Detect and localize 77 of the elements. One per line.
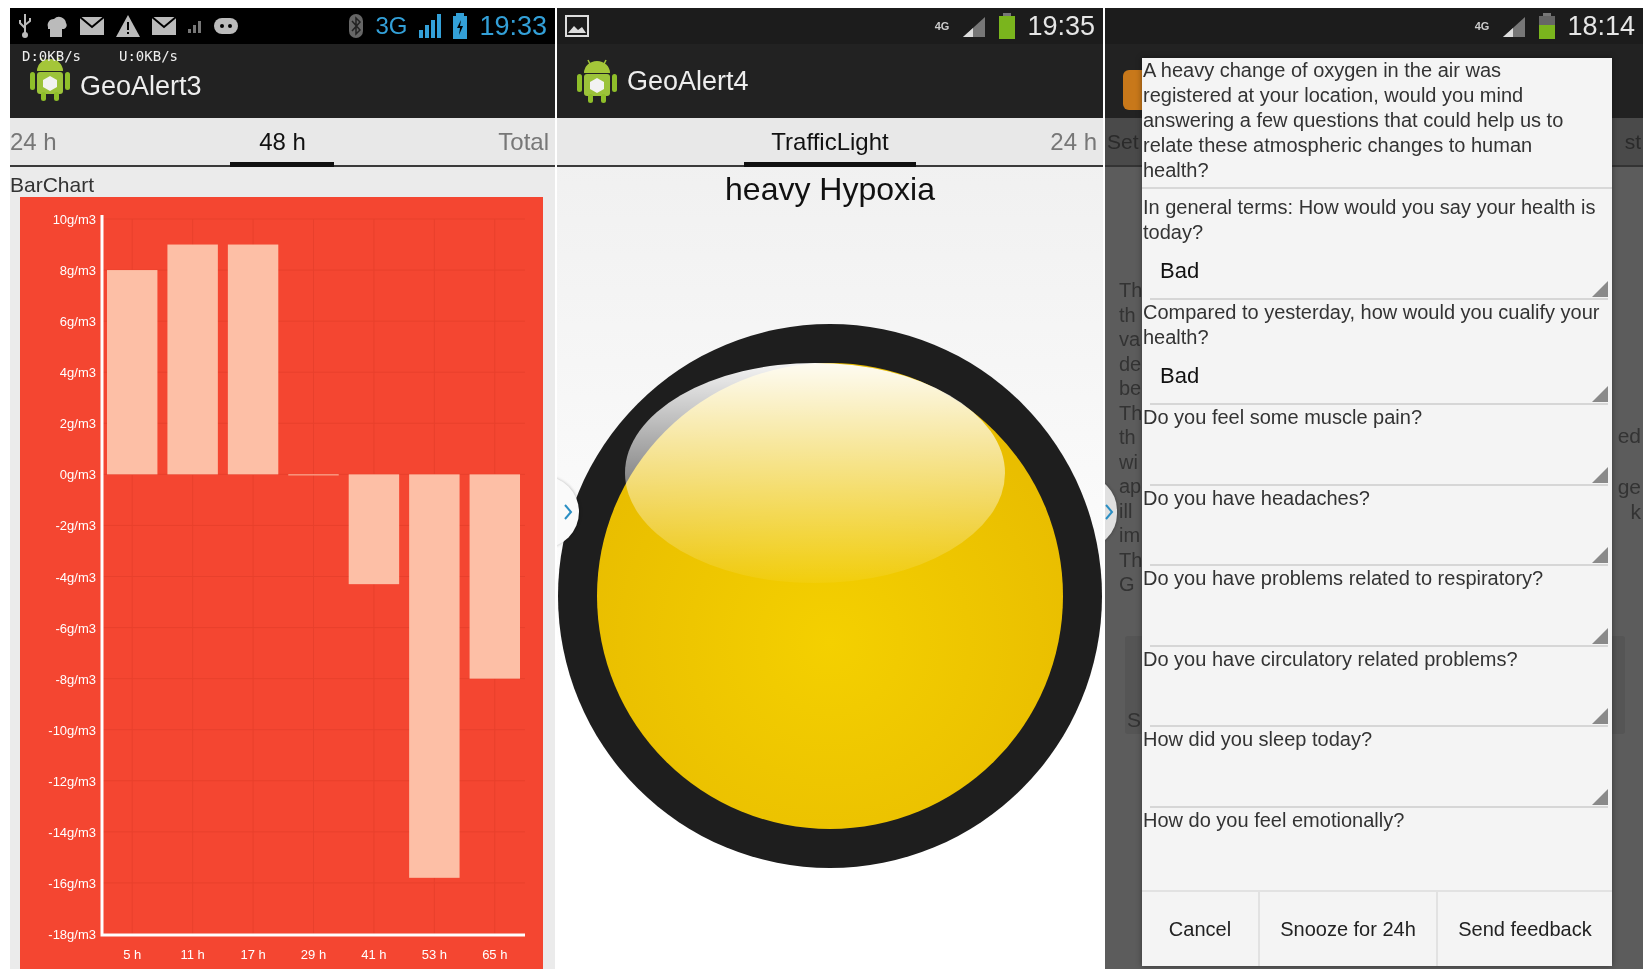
tick-label: 4g/m3: [59, 365, 96, 381]
tick-label: 11 h: [180, 947, 205, 962]
tick-label: -14g/m3: [48, 824, 96, 840]
tick-label: 0g/m3: [59, 467, 96, 483]
tick-label: 10g/m3: [52, 212, 96, 227]
tick-label: -10g/m3: [48, 722, 96, 738]
tab[interactable]: 48 h: [191, 118, 374, 165]
tab[interactable]: Total: [373, 118, 555, 165]
bluetooth-icon: [349, 14, 364, 38]
tick-label: 41 h: [361, 947, 387, 962]
tick-label: 8g/m3: [59, 263, 96, 279]
warning-icon: [116, 15, 140, 37]
network-speed: U:0KB/s: [119, 48, 179, 64]
section-title: BarChart: [10, 172, 96, 197]
network-type: 3G: [375, 12, 408, 40]
corner-triangle-icon: [1592, 547, 1608, 563]
tick-label: 53 h: [421, 947, 447, 962]
dialog-button[interactable]: Snooze for 24h: [1258, 892, 1436, 966]
app-title: GeoAlert4: [627, 65, 749, 97]
signal-icon: [419, 14, 442, 38]
game-controller-icon: [214, 18, 238, 34]
tick-label: -18g/m3: [48, 927, 96, 942]
status-time: 19:35: [1027, 10, 1095, 42]
question-label: Do you feel some muscle pain?: [1142, 405, 1424, 430]
tick-label: -4g/m3: [55, 569, 96, 585]
tick-label: -2g/m3: [55, 518, 96, 534]
status-headline: heavy Hypoxia: [724, 170, 936, 209]
chevron-right-icon: [1105, 503, 1114, 521]
corner-triangle-icon: [1592, 386, 1608, 402]
dialog-message: A heavy change of oxygen in the air was registered at your location, would you mind answering a few questions that could help us to relate these atmospheric changes to human health?: [1142, 58, 1612, 189]
signal-icon: [188, 19, 202, 33]
signal-icon: [1501, 15, 1528, 37]
mail-icon: [80, 17, 104, 35]
tick-label: -8g/m3: [55, 671, 96, 687]
usb-icon: [18, 14, 32, 38]
battery-icon: [1539, 13, 1556, 39]
tick-label: 2g/m3: [59, 416, 96, 432]
tick-label: 65 h: [482, 947, 508, 962]
network-type: 4G: [934, 20, 950, 32]
question-label: How did you sleep today?: [1142, 727, 1374, 752]
network-speed: D:0KB/s: [22, 48, 81, 64]
chevron-right-icon: [563, 503, 573, 521]
signal-icon: [961, 15, 988, 37]
image-icon: [565, 15, 589, 37]
dropdown[interactable]: Bad: [1150, 244, 1608, 300]
tick-label: 6g/m3: [59, 314, 96, 330]
tick-label: -16g/m3: [48, 875, 96, 891]
question-label: Compared to yesterday, how would you cualify your health?: [1142, 300, 1601, 349]
app-title: GeoAlert3: [80, 71, 202, 102]
tick-label: -6g/m3: [55, 620, 96, 636]
tick-label: -12g/m3: [48, 773, 96, 789]
tick-label: 29 h: [300, 947, 327, 962]
battery-icon: [999, 13, 1016, 39]
tab[interactable]: TrafficLight: [739, 118, 921, 165]
status-time: 18:14: [1567, 10, 1635, 42]
corner-triangle-icon: [1592, 466, 1608, 483]
question-label: How do you feel emotionally?: [1142, 807, 1406, 832]
tab[interactable]: 24 h: [921, 118, 1103, 165]
question-label: Do you have circulatory related problems?: [1142, 646, 1519, 671]
question-label: Do you have problems related to respiratory?: [1142, 566, 1545, 591]
tab[interactable]: 24 h: [10, 118, 192, 165]
corner-triangle-icon: [1592, 788, 1608, 805]
corner-triangle-icon: [1592, 281, 1608, 297]
tick-label: 5 h: [123, 947, 142, 962]
status-time: 19:33: [479, 10, 547, 42]
dialog-button[interactable]: Send feedback: [1436, 892, 1612, 966]
mail-icon: [152, 17, 176, 35]
android-robot-icon: [577, 58, 617, 104]
dropdown[interactable]: Bad: [1150, 349, 1608, 405]
question-label: In general terms: How would you say your health is today?: [1142, 195, 1597, 244]
network-type: 4G: [1474, 20, 1490, 32]
corner-triangle-icon: [1592, 627, 1608, 644]
question-label: Do you have headaches?: [1142, 485, 1371, 510]
corner-triangle-icon: [1592, 708, 1608, 724]
dialog-button[interactable]: Cancel: [1142, 892, 1258, 966]
tick-label: 17 h: [240, 947, 266, 962]
battery-charging-icon: [453, 13, 468, 39]
